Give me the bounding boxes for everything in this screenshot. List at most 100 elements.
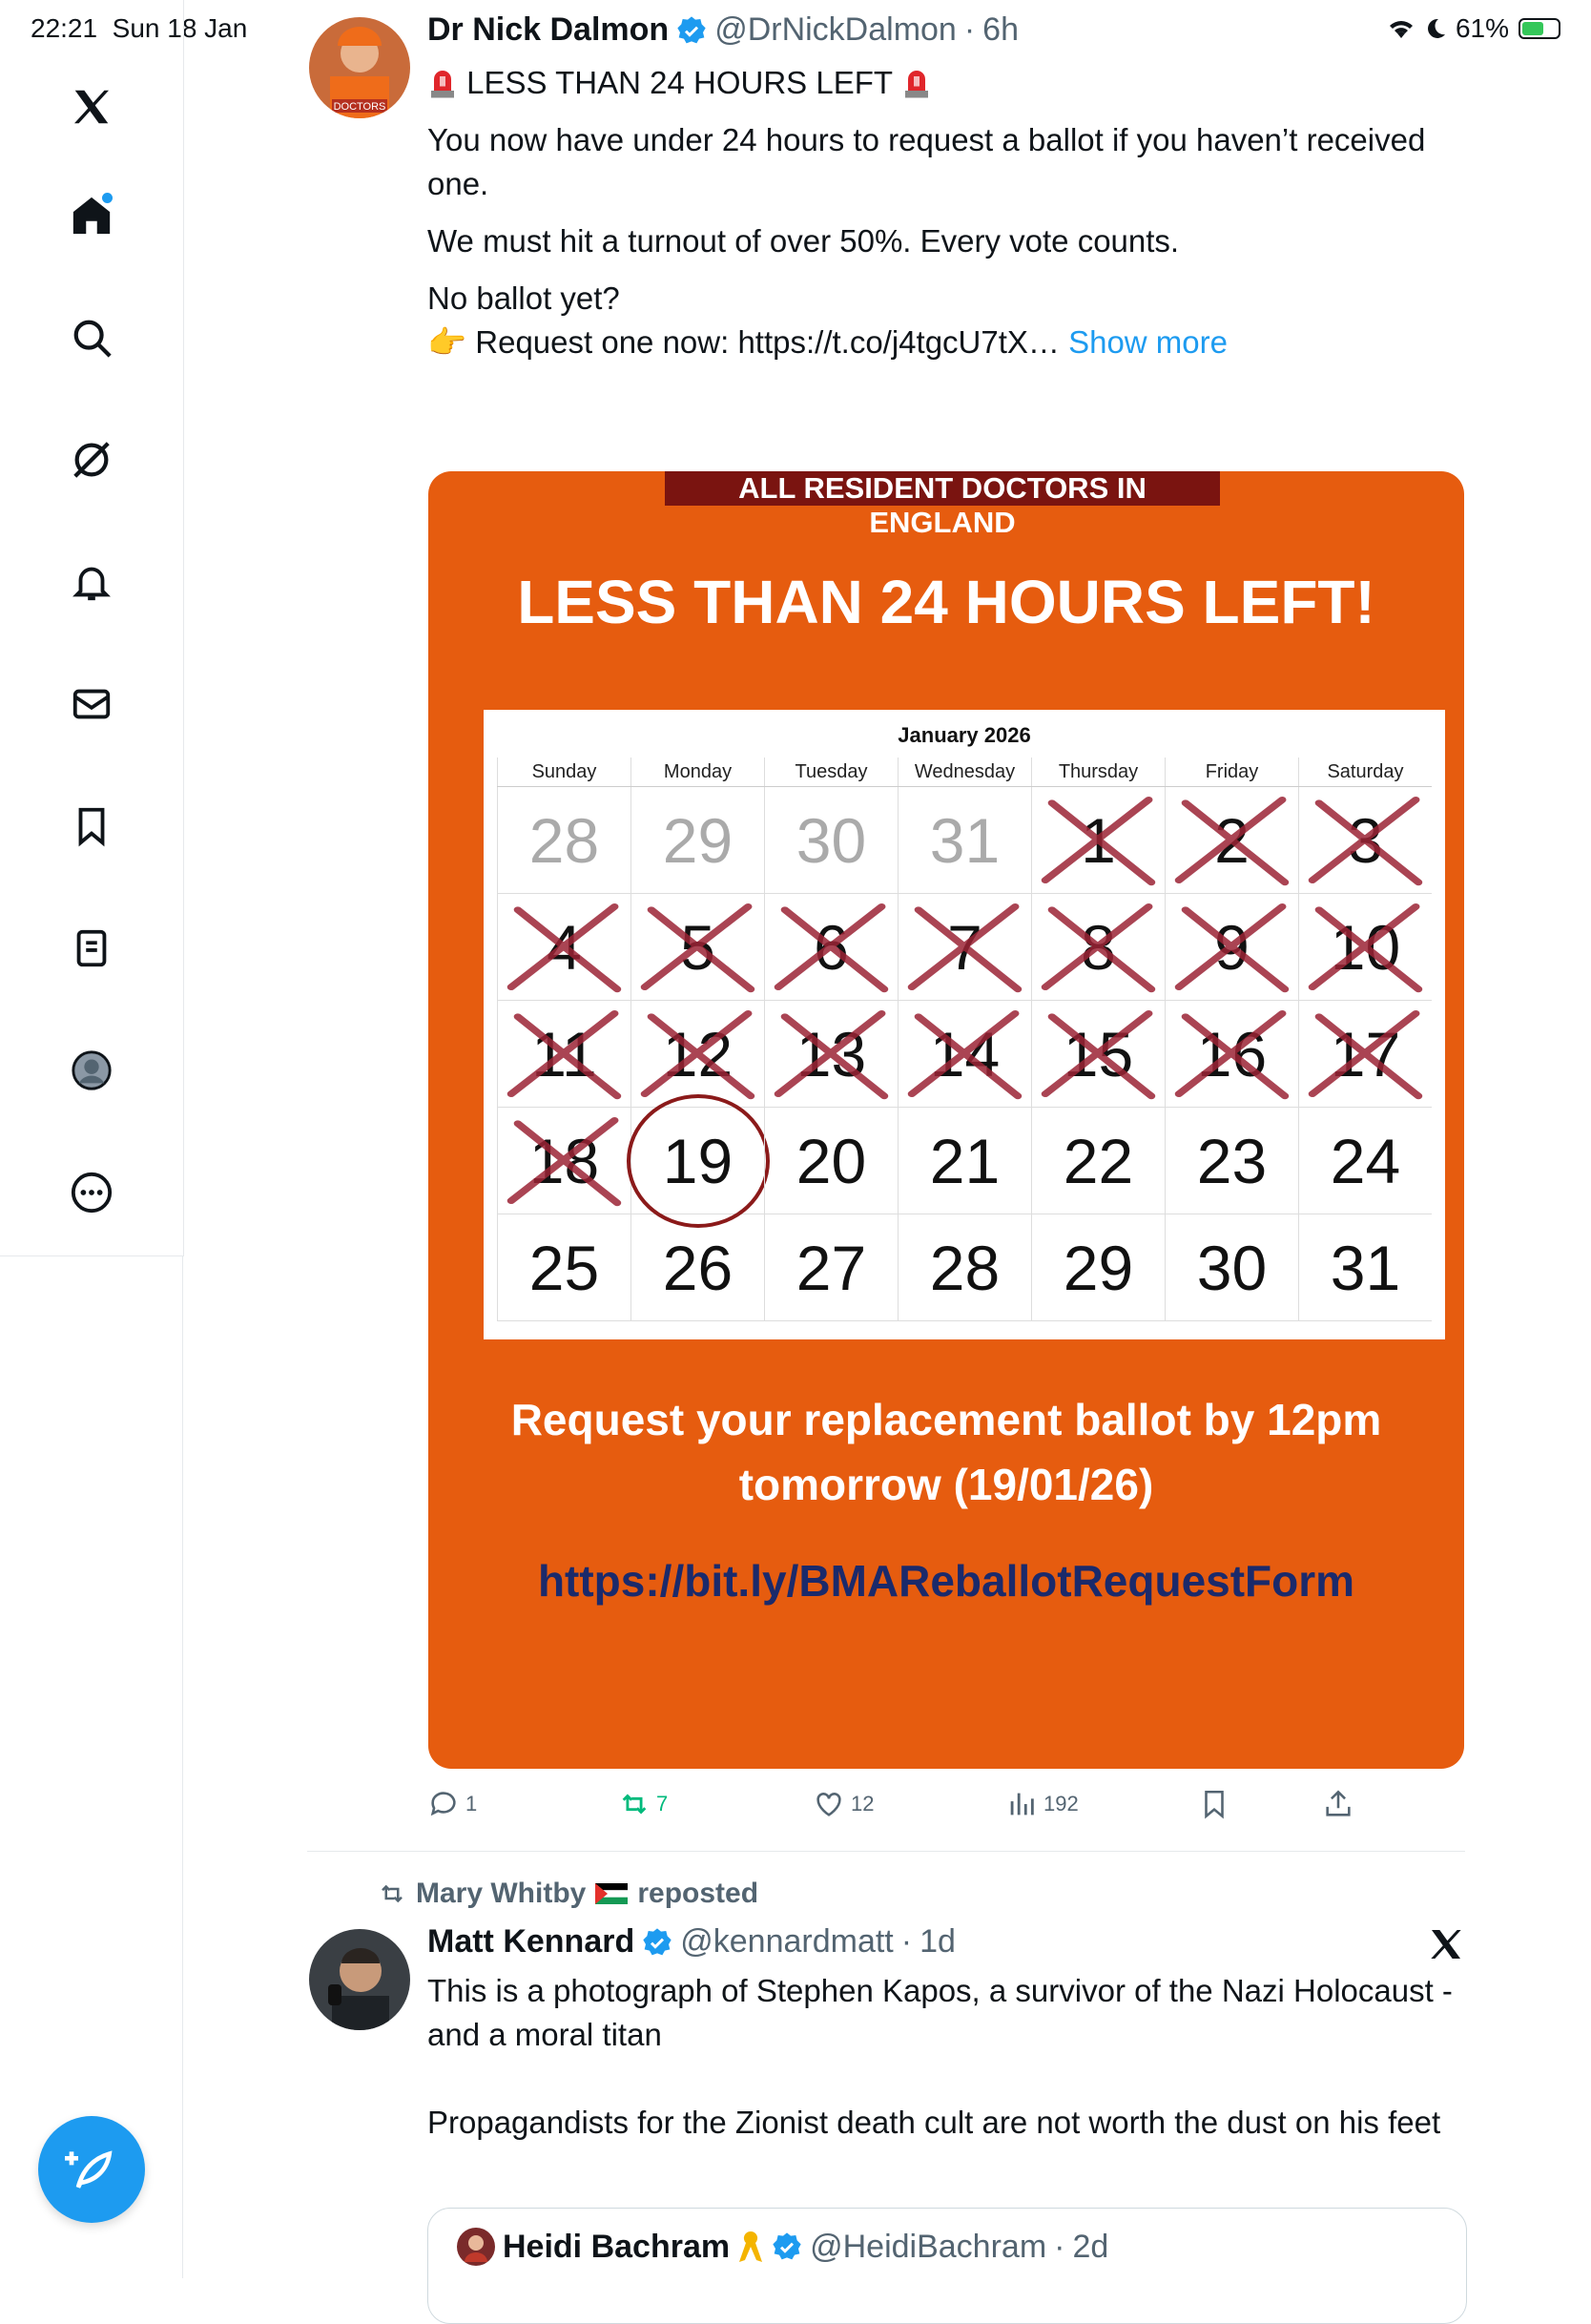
calendar: January 2026 Sunday Monday Tuesday Wednesda… (484, 710, 1445, 1339)
calendar-day: 11 (497, 1001, 630, 1108)
calendar-day-number: 10 (1330, 911, 1401, 983)
calendar-weekday: Wednesday (898, 757, 1031, 786)
bookmark-button[interactable] (1198, 1788, 1230, 1820)
calendar-day: 24 (1298, 1108, 1432, 1214)
tweet-line-headline: LESS THAN 24 HOURS LEFT (466, 65, 893, 100)
calendar-day: 6 (764, 894, 898, 1001)
lists-icon[interactable] (61, 918, 122, 979)
show-more-link[interactable]: Show more (1068, 324, 1228, 360)
calendar-day-number: 15 (1063, 1018, 1134, 1089)
calendar-day: 8 (1031, 894, 1165, 1001)
calendar-day: 28 (497, 787, 630, 894)
tweet-paragraph: This is a photograph of Stephen Kapos, a… (427, 1973, 1453, 2052)
calendar-day: 26 (630, 1214, 764, 1321)
calendar-day-number: 25 (528, 1232, 600, 1303)
tweet-paragraph: No ballot yet? (427, 280, 620, 316)
tweet-paragraph: You now have under 24 hours to request a… (427, 122, 1426, 201)
sidebar-divider (182, 1255, 183, 2278)
calendar-day: 25 (497, 1214, 630, 1321)
like-button[interactable]: 12 (813, 1788, 874, 1820)
calendar-day-number: 16 (1196, 1018, 1268, 1089)
search-icon[interactable] (61, 307, 122, 368)
reply-icon (430, 1792, 456, 1816)
tweet-media-image[interactable]: ALL RESIDENT DOCTORS IN ENGLAND LESS THA… (428, 471, 1464, 1769)
calendar-day-number: 7 (947, 911, 982, 983)
home-icon[interactable] (61, 185, 122, 246)
calendar-day-number: 8 (1081, 911, 1116, 983)
share-button[interactable] (1322, 1788, 1354, 1820)
quoted-tweet[interactable]: Heidi Bachram @HeidiBachram · 2d (427, 2208, 1467, 2324)
calendar-day-number: 12 (662, 1018, 734, 1089)
compose-button[interactable] (38, 2116, 145, 2223)
poster-url: https://bit.ly/BMAReballotRequestForm (537, 1556, 1355, 1606)
quoted-author-handle[interactable]: @HeidiBachram (810, 2229, 1046, 2266)
calendar-day-number: 30 (796, 804, 867, 876)
repost-icon (382, 1884, 403, 1903)
reposted-by-name: Mary Whitby (416, 1878, 587, 1909)
calendar-day-number: 5 (680, 911, 715, 983)
calendar-day-number: 9 (1214, 911, 1250, 983)
quoted-author-name[interactable]: Heidi Bachram (503, 2229, 730, 2266)
quoted-author-avatar[interactable] (457, 2228, 495, 2266)
tweet-header: Dr Nick Dalmon @DrNickDalmon · 6h (427, 11, 1019, 49)
wifi-icon (1389, 21, 1413, 38)
calendar-day: 29 (1031, 1214, 1165, 1321)
calendar-day-number: 4 (547, 911, 582, 983)
views-count: 192 (1043, 1792, 1079, 1816)
dot-separator: · (1054, 2228, 1065, 2265)
x-logo-icon[interactable] (1427, 1925, 1465, 1963)
repost-context[interactable]: Mary Whitby reposted (378, 1878, 758, 1910)
tweet-text: LESS THAN 24 HOURS LEFT You now have und… (427, 61, 1467, 364)
calendar-day: 16 (1165, 1001, 1298, 1108)
tweet-time[interactable]: 6h (982, 11, 1019, 49)
calendar-day-number: 13 (796, 1018, 867, 1089)
profile-avatar-icon[interactable] (61, 1040, 122, 1101)
x-logo-icon[interactable] (61, 76, 122, 137)
calendar-day-number: 28 (528, 804, 600, 876)
moon-icon (1427, 18, 1445, 38)
bookmarks-icon[interactable] (61, 796, 122, 857)
author-name[interactable]: Matt Kennard (427, 1923, 634, 1961)
bookmark-icon (1205, 1790, 1224, 1819)
tweet-divider (307, 1851, 1465, 1852)
calendar-day-number: 26 (662, 1232, 734, 1303)
calendar-day-number: 27 (796, 1232, 867, 1303)
dot-separator: · (963, 11, 976, 48)
more-icon[interactable] (61, 1162, 122, 1223)
grok-icon[interactable] (61, 429, 122, 490)
author-name[interactable]: Dr Nick Dalmon (427, 11, 669, 49)
tweet-text: This is a photograph of Stephen Kapos, a… (427, 1969, 1467, 2145)
author-avatar[interactable]: DOCTORS (309, 17, 410, 118)
calendar-day-number: 24 (1330, 1125, 1401, 1196)
tweet-paragraph: We must hit a turnout of over 50%. Every… (427, 223, 1180, 259)
author-handle[interactable]: @kennardmatt (680, 1923, 894, 1961)
reply-button[interactable]: 1 (427, 1788, 477, 1820)
calendar-day: 23 (1165, 1108, 1298, 1214)
notifications-bell-icon[interactable] (61, 551, 122, 612)
calendar-day: 5 (630, 894, 764, 1001)
calendar-day: 22 (1031, 1108, 1165, 1214)
yellow-ribbon-icon (739, 2231, 763, 2262)
tweet-time[interactable]: 1d (919, 1923, 956, 1961)
poster-request-line: tomorrow (19/01/26) (738, 1460, 1154, 1509)
calendar-day: 18 (497, 1108, 630, 1214)
repost-icon (622, 1794, 647, 1815)
verified-badge-icon (773, 2232, 801, 2260)
reply-count: 1 (465, 1792, 478, 1816)
calendar-weekday: Saturday (1298, 757, 1432, 786)
calendar-day-number: 18 (528, 1125, 600, 1196)
calendar-weekday-row: Sunday Monday Tuesday Wednesday Thursday Frid… (497, 757, 1432, 786)
calendar-day: 10 (1298, 894, 1432, 1001)
repost-count: 7 (656, 1792, 669, 1816)
views-button[interactable]: 192 (1005, 1788, 1079, 1820)
author-handle[interactable]: @DrNickDalmon (714, 11, 957, 49)
messages-envelope-icon[interactable] (61, 674, 122, 735)
calendar-day: 30 (1165, 1214, 1298, 1321)
repost-button[interactable]: 7 (618, 1788, 668, 1820)
calendar-weekday: Monday (630, 757, 764, 786)
calendar-day: 30 (764, 787, 898, 894)
calendar-day-number: 17 (1330, 1018, 1401, 1089)
author-avatar[interactable] (309, 1929, 410, 2030)
siren-icon (431, 71, 454, 98)
calendar-day: 29 (630, 787, 764, 894)
